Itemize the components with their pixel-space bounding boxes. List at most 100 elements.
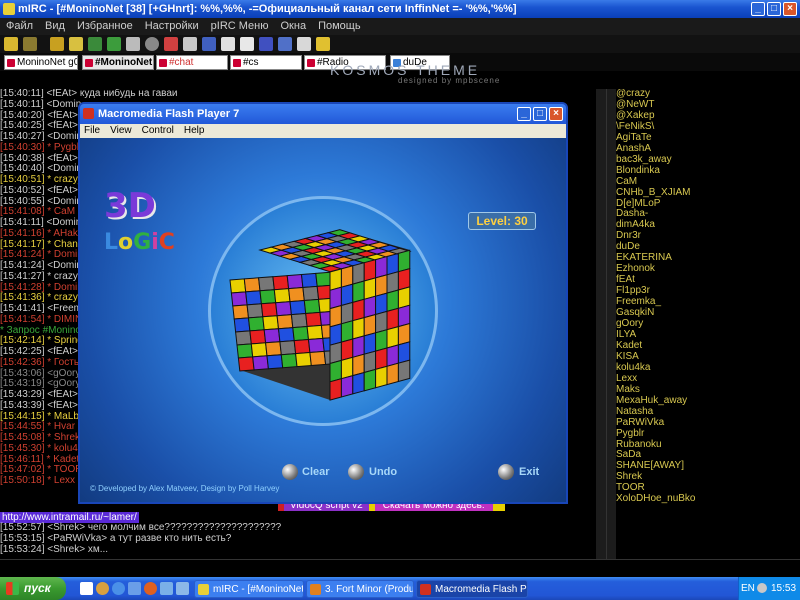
winamp-task-icon — [310, 584, 321, 595]
maximize-button[interactable]: □ — [767, 2, 781, 16]
nick-item[interactable]: SHANE[AWAY] — [616, 460, 800, 472]
colors-icon[interactable] — [164, 37, 178, 51]
nick-item[interactable]: Natasha — [616, 406, 800, 418]
close-button[interactable]: × — [783, 2, 797, 16]
flash-menu-file[interactable]: File — [84, 124, 100, 138]
channel-icon — [159, 59, 167, 67]
menu-help[interactable]: Помощь — [318, 18, 361, 35]
windows-flag-icon — [6, 582, 19, 595]
mirc-task-icon — [198, 584, 209, 595]
ie-icon[interactable] — [112, 582, 125, 595]
menu-windows[interactable]: Окна — [281, 18, 307, 35]
menu-view[interactable]: Вид — [45, 18, 65, 35]
folder-icon[interactable] — [50, 37, 64, 51]
help-icon[interactable] — [316, 37, 330, 51]
tab-chat[interactable]: #chat — [156, 55, 228, 70]
menu-file[interactable]: Файл — [6, 18, 33, 35]
quicklaunch-icon-6[interactable] — [160, 582, 173, 595]
media-player-icon[interactable] — [144, 582, 157, 595]
disconnect-icon[interactable] — [23, 37, 37, 51]
task-winamp[interactable]: 3. Fort Minor (Produc... — [306, 580, 414, 598]
nick-item[interactable]: GasqkiN — [616, 307, 800, 319]
game-stage[interactable]: Level: 30 3D LoGiC Clear Undo Exit © Dev… — [80, 138, 566, 502]
nick-item[interactable]: XoloDHoe_nuBko — [616, 493, 800, 505]
nick-item[interactable]: CNHb_B_XJIAM — [616, 187, 800, 199]
clear-button[interactable]: Clear — [302, 466, 330, 478]
channel-list-icon[interactable] — [126, 37, 140, 51]
nick-item[interactable]: Lexx — [616, 373, 800, 385]
nick-item[interactable]: gOory — [616, 318, 800, 330]
exit-button[interactable]: Exit — [519, 466, 539, 478]
flash-menu-view[interactable]: View — [110, 124, 132, 138]
game-logo-3d: 3D — [104, 186, 156, 226]
nick-item[interactable]: Rubanoku — [616, 439, 800, 451]
language-indicator[interactable]: EN — [741, 577, 755, 600]
mirc-toolbar — [0, 35, 800, 53]
dcc-chat-icon[interactable] — [202, 37, 216, 51]
flash-minimize-button[interactable]: _ — [517, 107, 531, 121]
task-flash[interactable]: Macromedia Flash Pla... — [416, 580, 528, 598]
minimize-button[interactable]: _ — [751, 2, 765, 16]
puzzle-cube[interactable] — [220, 210, 430, 420]
nicklist-divider[interactable] — [606, 89, 616, 559]
task-mirc[interactable]: mIRC - [#MoninoNet ... — [194, 580, 304, 598]
nick-item[interactable]: dimA4ka — [616, 219, 800, 231]
flash-menubar: File View Control Help — [80, 124, 566, 138]
mirc-title-bar[interactable]: mIRC - [#MoninoNet [38] [+GHnrt]: %%,%%,… — [0, 0, 800, 18]
flash-close-button[interactable]: × — [549, 107, 563, 121]
nick-item[interactable]: Blondinka — [616, 165, 800, 177]
menu-pirc[interactable]: pIRC Меню — [211, 18, 269, 35]
flash-maximize-button[interactable]: □ — [533, 107, 547, 121]
flash-title-bar[interactable]: Macromedia Flash Player 7 _ □ × — [80, 104, 566, 124]
quicklaunch-icon-1[interactable] — [80, 582, 93, 595]
game-credits: © Developed by Alex Matveev, Design by P… — [90, 484, 280, 493]
nick-item[interactable]: kolu4ka — [616, 362, 800, 374]
timer-icon[interactable] — [145, 37, 159, 51]
message-input[interactable] — [0, 559, 800, 577]
flash-title-text: Macromedia Flash Player 7 — [98, 108, 240, 120]
exit-button-icon[interactable] — [498, 464, 514, 480]
channel-icon — [233, 59, 241, 67]
undo-button-icon[interactable] — [348, 464, 364, 480]
options-icon[interactable] — [69, 37, 83, 51]
mirc-menubar: Файл Вид Избранное Настройки pIRC Меню О… — [0, 18, 800, 35]
arrange-icon[interactable] — [297, 37, 311, 51]
tile-icon[interactable] — [259, 37, 273, 51]
log-icon[interactable] — [240, 37, 254, 51]
connect-icon[interactable] — [4, 37, 18, 51]
clock[interactable]: 15:53 — [771, 577, 796, 600]
quicklaunch-icon-2[interactable] — [96, 582, 109, 595]
tab-server[interactable]: MoninoNet g0... — [4, 55, 78, 70]
nick-item[interactable]: Kadet — [616, 340, 800, 352]
tab-cs[interactable]: #cs — [230, 55, 302, 70]
dcc-send-icon[interactable] — [183, 37, 197, 51]
nick-item[interactable]: CaM — [616, 176, 800, 188]
address-book-icon[interactable] — [88, 37, 102, 51]
flash-menu-help[interactable]: Help — [184, 124, 205, 138]
cascade-icon[interactable] — [278, 37, 292, 51]
menu-settings[interactable]: Настройки — [145, 18, 199, 35]
nick-item[interactable]: Ezhonok — [616, 263, 800, 275]
script-icon[interactable] — [107, 37, 121, 51]
nick-item[interactable]: Dnr3r — [616, 230, 800, 242]
flash-task-icon — [420, 584, 431, 595]
quicklaunch-icon-4[interactable] — [128, 582, 141, 595]
nick-item[interactable]: MexaHuk_away — [616, 395, 800, 407]
volume-icon[interactable] — [757, 583, 767, 593]
start-button[interactable]: пуск — [0, 577, 66, 600]
level-indicator: Level: 30 — [468, 212, 536, 230]
nick-item[interactable]: PaRWiVka — [616, 417, 800, 429]
tab-moninonet[interactable]: #MoninoNet — [82, 55, 154, 70]
quicklaunch-icon-7[interactable] — [176, 582, 189, 595]
game-logo-logic: LoGiC — [104, 230, 175, 255]
undo-button[interactable]: Undo — [369, 466, 397, 478]
nick-item[interactable]: Pygblr — [616, 428, 800, 440]
nicklist[interactable]: @crazy @NeWT @Xakep \FeNikS\ AgiTaTe AnashA ba… — [616, 89, 800, 559]
clear-button-icon[interactable] — [282, 464, 298, 480]
menu-favorites[interactable]: Избранное — [77, 18, 133, 35]
flash-menu-control[interactable]: Control — [142, 124, 174, 138]
notify-icon[interactable] — [221, 37, 235, 51]
flash-player-window[interactable]: Macromedia Flash Player 7 _ □ × File Vie… — [78, 102, 568, 504]
nick-item[interactable]: ILYA — [616, 329, 800, 341]
chat-scrollbar[interactable] — [596, 89, 606, 559]
